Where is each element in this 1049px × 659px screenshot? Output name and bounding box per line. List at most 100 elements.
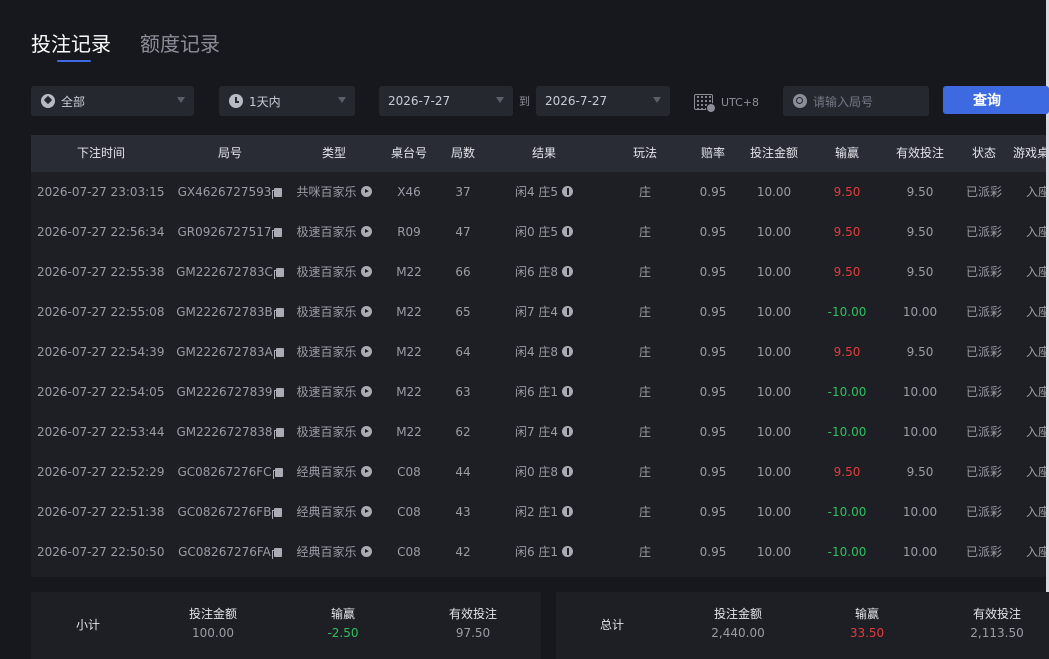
round-search-input[interactable]: 请输入局号: [783, 86, 929, 116]
info-icon[interactable]: [562, 306, 574, 317]
cell-odds: 0.95: [689, 172, 737, 212]
info-icon[interactable]: [562, 346, 574, 357]
cell-win-loss-text: -10.00: [827, 385, 867, 399]
play-video-icon[interactable]: [360, 186, 372, 197]
copy-icon[interactable]: [272, 228, 283, 239]
cell-bet-time-text: 2026-07-27 22:52:29: [37, 465, 165, 479]
info-icon[interactable]: [562, 466, 574, 477]
cell-bet-time-text: 2026-07-27 22:53:44: [37, 425, 165, 439]
cell-round-id: GC08267276FC: [171, 452, 289, 492]
play-video-icon[interactable]: [360, 506, 372, 517]
cell-status: 已派彩: [961, 172, 1007, 212]
cell-shoe-text: 62: [455, 425, 471, 439]
cell-win-loss-text: 9.50: [833, 225, 861, 239]
cell-bet-type: 庄: [617, 372, 673, 412]
timezone-selector[interactable]: UTC+8: [694, 92, 759, 113]
cell-type-text: 经典百家乐: [296, 545, 357, 559]
subtotal-winloss-value: -2.50: [327, 626, 359, 640]
cell-valid-bet-text: 9.50: [906, 465, 934, 479]
cell-round-id: GM222672783B: [171, 292, 289, 332]
total-amount: 投注金额 2,440.00: [688, 606, 788, 644]
cell-bet-amount: 10.00: [744, 332, 804, 372]
time-range-select[interactable]: 1天内: [219, 86, 355, 116]
play-video-icon[interactable]: [360, 426, 372, 437]
info-icon[interactable]: [562, 266, 574, 277]
cell-valid-bet: 9.50: [888, 452, 952, 492]
copy-icon[interactable]: [273, 308, 284, 319]
tab-credit-records[interactable]: 额度记录: [140, 30, 220, 58]
cell-type: 经典百家乐: [289, 492, 379, 532]
cell-result-text: 闲6 庄8: [514, 265, 559, 279]
play-video-icon[interactable]: [360, 226, 372, 237]
cell-result: 闲6 庄1: [489, 372, 599, 412]
cell-bet-amount-text: 10.00: [756, 545, 792, 559]
cell-win-loss: 9.50: [817, 452, 877, 492]
play-video-icon[interactable]: [360, 346, 372, 357]
copy-icon[interactable]: [272, 468, 283, 479]
copy-icon[interactable]: [271, 548, 282, 559]
play-video-icon[interactable]: [360, 466, 372, 477]
copy-icon[interactable]: [273, 348, 284, 359]
play-video-icon[interactable]: [360, 386, 372, 397]
cell-bet-amount: 10.00: [744, 452, 804, 492]
cell-shoe: 66: [437, 252, 489, 292]
cell-bet-amount-text: 10.00: [756, 465, 792, 479]
copy-icon[interactable]: [273, 428, 284, 439]
cell-round-id: GC08267276FA: [171, 532, 289, 572]
cell-bet-amount-text: 10.00: [756, 385, 792, 399]
copy-icon[interactable]: [273, 268, 284, 279]
tab-bet-records[interactable]: 投注记录: [31, 30, 111, 58]
cell-bet-time-text: 2026-07-27 22:54:05: [37, 385, 165, 399]
info-icon[interactable]: [562, 186, 574, 197]
bet-records-table: 下注时间 局号 类型 桌台号 局数 结果 玩法 赔率 投注金额 输赢 有效投注 …: [31, 135, 1046, 577]
cell-type-text: 共咪百家乐: [296, 185, 357, 199]
info-icon[interactable]: [562, 546, 574, 557]
cell-valid-bet: 9.50: [888, 172, 952, 212]
cell-bet-time: 2026-07-27 22:51:38: [37, 492, 165, 532]
cell-bet-amount-text: 10.00: [756, 505, 792, 519]
cell-shoe-text: 37: [455, 185, 471, 199]
cell-result: 闲4 庄5: [489, 172, 599, 212]
cell-bet-type-text: 庄: [638, 305, 651, 319]
cell-game-table-text: 入座: [1026, 265, 1046, 279]
cell-bet-type: 庄: [617, 252, 673, 292]
start-date-picker[interactable]: 2026-7-27: [379, 86, 513, 116]
play-video-icon[interactable]: [360, 266, 372, 277]
play-video-icon[interactable]: [360, 546, 372, 557]
end-date-picker[interactable]: 2026-7-27: [536, 86, 670, 116]
cell-shoe-text: 43: [455, 505, 471, 519]
subtotal-amount-label: 投注金额: [188, 607, 237, 621]
cell-result-text: 闲7 庄4: [514, 425, 559, 439]
cell-status-text: 已派彩: [965, 345, 1002, 359]
cell-status: 已派彩: [961, 332, 1007, 372]
copy-icon[interactable]: [273, 388, 284, 399]
info-icon[interactable]: [562, 386, 574, 397]
end-date-value: 2026-7-27: [545, 94, 608, 108]
caret-down-icon: [653, 97, 661, 103]
cell-bet-time-text: 2026-07-27 22:50:50: [37, 545, 165, 559]
table-row: 2026-07-27 22:56:34 GR0926727517 极速百家乐 R09 4…: [31, 212, 1046, 252]
cell-valid-bet-text: 9.50: [906, 345, 934, 359]
cell-game-table-text: 入座: [1026, 385, 1046, 399]
cell-status-text: 已派彩: [965, 385, 1002, 399]
query-button[interactable]: 查询: [943, 86, 1049, 114]
cell-valid-bet-text: 10.00: [902, 545, 938, 559]
info-icon[interactable]: [562, 426, 574, 437]
cell-type: 极速百家乐: [289, 412, 379, 452]
header-bet-type: 玩法: [632, 146, 657, 160]
cell-odds-text: 0.95: [699, 425, 727, 439]
header-bet-time: 下注时间: [76, 146, 125, 160]
header-result: 结果: [531, 146, 556, 160]
cell-bet-amount-text: 10.00: [756, 185, 792, 199]
header-round-id: 局号: [217, 146, 242, 160]
game-filter-select[interactable]: 全部: [31, 86, 194, 116]
cell-shoe: 43: [437, 492, 489, 532]
cell-round-id-text: GM222672783C: [176, 265, 273, 279]
play-video-icon[interactable]: [360, 306, 372, 317]
copy-icon[interactable]: [272, 188, 283, 199]
copy-icon[interactable]: [272, 508, 283, 519]
info-icon[interactable]: [562, 226, 574, 237]
cell-shoe: 37: [437, 172, 489, 212]
info-icon[interactable]: [562, 506, 574, 517]
subtotal-amount-value: 100.00: [192, 626, 234, 640]
